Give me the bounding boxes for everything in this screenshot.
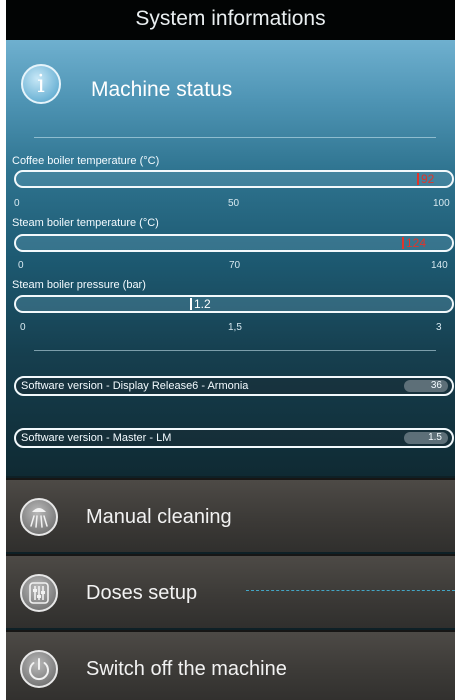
tick-label: 140: [431, 260, 448, 271]
steam-boiler-temp-value: 124: [406, 236, 427, 250]
divider: [34, 137, 436, 138]
software-version-master-row: Software version - Master - LM 1.5: [14, 428, 454, 448]
info-icon: i: [21, 64, 61, 104]
tick-label: 100: [433, 198, 450, 209]
doses-setup-button[interactable]: Doses setup: [6, 554, 455, 628]
software-version-display-label: Software version - Display Release6 - Ar…: [21, 380, 249, 392]
tick-label: 0: [18, 260, 24, 271]
coffee-boiler-gauge: 92: [14, 170, 454, 188]
switch-off-label: Switch off the machine: [86, 658, 287, 680]
steam-boiler-pressure-gauge: 1.2: [14, 295, 454, 313]
tick-label: 0: [14, 198, 20, 209]
tick-label: 1,5: [228, 322, 242, 333]
software-version-master-value: 1.5: [404, 432, 448, 444]
manual-cleaning-button[interactable]: Manual cleaning: [6, 478, 455, 552]
steam-boiler-pressure-marker: [190, 298, 192, 310]
divider: [34, 350, 436, 351]
cleaning-shower-icon: [20, 498, 58, 536]
tick-label: 50: [228, 198, 240, 209]
machine-status-title: Machine status: [91, 78, 233, 101]
software-version-display-row: Software version - Display Release6 - Ar…: [14, 376, 454, 396]
app-screen: System informations i Machine status Cof…: [6, 0, 455, 700]
switch-off-button[interactable]: Switch off the machine: [6, 630, 455, 700]
dashed-guide-line: [246, 590, 455, 591]
tick-label: 70: [229, 260, 241, 271]
software-version-master-label: Software version - Master - LM: [21, 432, 172, 444]
doses-setup-label: Doses setup: [86, 582, 198, 604]
steam-boiler-temp-gauge: 124: [14, 234, 454, 252]
steam-boiler-pressure-label: Steam boiler pressure (bar): [12, 279, 146, 291]
coffee-boiler-value: 92: [421, 172, 435, 186]
power-icon: [20, 650, 58, 688]
page-title: System informations: [6, 0, 455, 40]
steam-boiler-temp-marker: [402, 237, 404, 249]
tick-label: 3: [436, 322, 442, 333]
steam-boiler-temp-label: Steam boiler temperature (°C): [12, 217, 159, 229]
tick-label: 0: [20, 322, 26, 333]
machine-status-panel: i Machine status Coffee boiler temperatu…: [6, 40, 455, 476]
coffee-boiler-marker: [417, 173, 419, 185]
machine-status-header[interactable]: i Machine status: [6, 40, 455, 124]
coffee-boiler-label: Coffee boiler temperature (°C): [12, 155, 160, 167]
manual-cleaning-label: Manual cleaning: [86, 506, 232, 528]
steam-boiler-pressure-value: 1.2: [194, 297, 211, 311]
sliders-icon: [20, 574, 58, 612]
software-version-display-value: 36: [404, 380, 448, 392]
